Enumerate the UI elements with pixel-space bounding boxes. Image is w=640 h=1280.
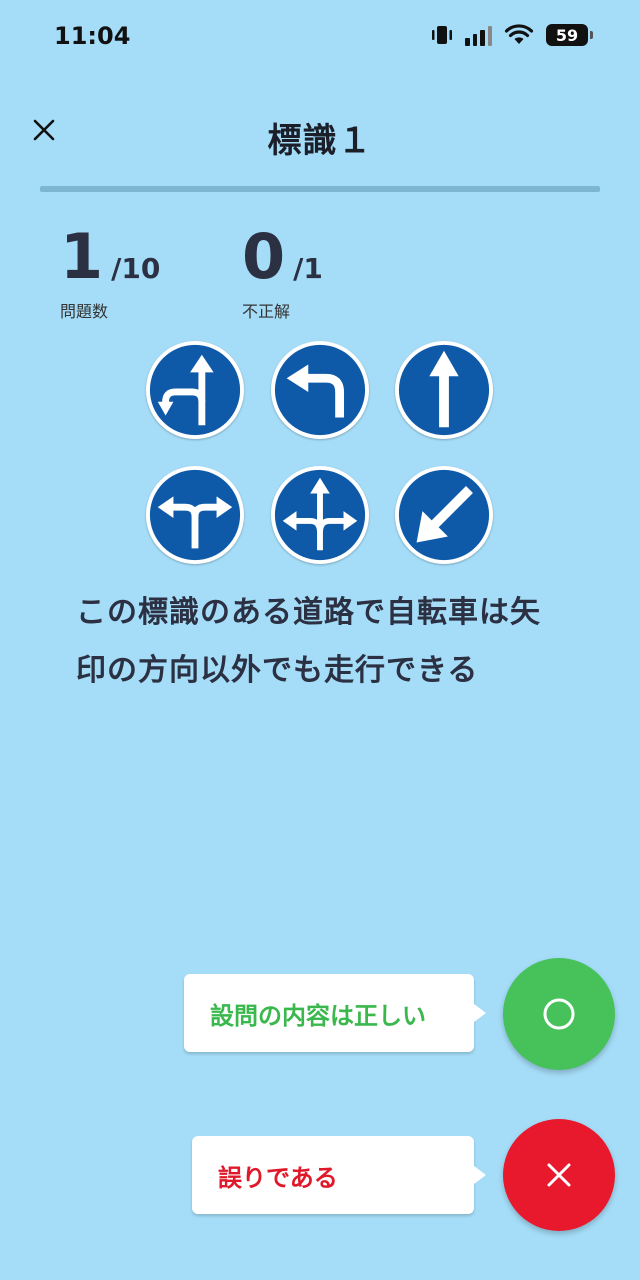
answer-false-label[interactable]: 誤りである — [192, 1136, 486, 1214]
progress-bar — [40, 186, 600, 192]
straight-ahead-sign-icon — [395, 341, 493, 439]
wifi-icon — [504, 24, 534, 44]
battery-level: 59 — [555, 25, 579, 45]
incorrect-total: /1 — [293, 252, 323, 285]
cellular-signal-icon — [465, 24, 492, 46]
incorrect-stat: 0 /1 不正解 — [242, 222, 323, 322]
left-right-turn-sign-icon — [146, 466, 244, 564]
answer-false-button[interactable] — [503, 1119, 615, 1231]
straight-and-left-turn-sign-icon — [146, 341, 244, 439]
battery-icon: 59 — [546, 24, 593, 46]
incorrect-label: 不正解 — [242, 302, 291, 321]
question-count-stat: 1 /10 問題数 — [60, 222, 160, 322]
answer-true-text: 設問の内容は正しい — [210, 1001, 426, 1030]
question-count-label: 問題数 — [60, 302, 109, 321]
left-turn-sign-icon — [271, 341, 369, 439]
question-number: 1 — [60, 220, 104, 293]
vibrate-icon — [432, 26, 452, 44]
quiz-screen: 11:04 59 標識１ 1 /10 問題数 0 /1 不正解 この標識のある道… — [0, 0, 640, 1280]
cross-icon — [547, 1163, 571, 1187]
question-total: /10 — [111, 252, 161, 285]
question-text: この標識のある道路で自転車は矢 印の方向以外でも走行できる — [76, 584, 576, 700]
status-indicators: 59 — [431, 24, 593, 46]
answer-false-text: 誤りである — [218, 1163, 338, 1192]
keep-left-diagonal-sign-icon — [395, 466, 493, 564]
page-title: 標識１ — [267, 121, 373, 161]
circle-icon — [543, 998, 575, 1030]
question-line-2: 印の方向以外でも走行できる — [76, 653, 479, 688]
straight-left-right-sign-icon — [271, 466, 369, 564]
answer-true-label[interactable]: 設問の内容は正しい — [184, 974, 486, 1052]
status-time: 11:04 — [54, 22, 131, 50]
incorrect-number: 0 — [242, 220, 286, 293]
question-line-1: この標識のある道路で自転車は矢 — [76, 595, 541, 630]
answer-true-button[interactable] — [503, 958, 615, 1070]
